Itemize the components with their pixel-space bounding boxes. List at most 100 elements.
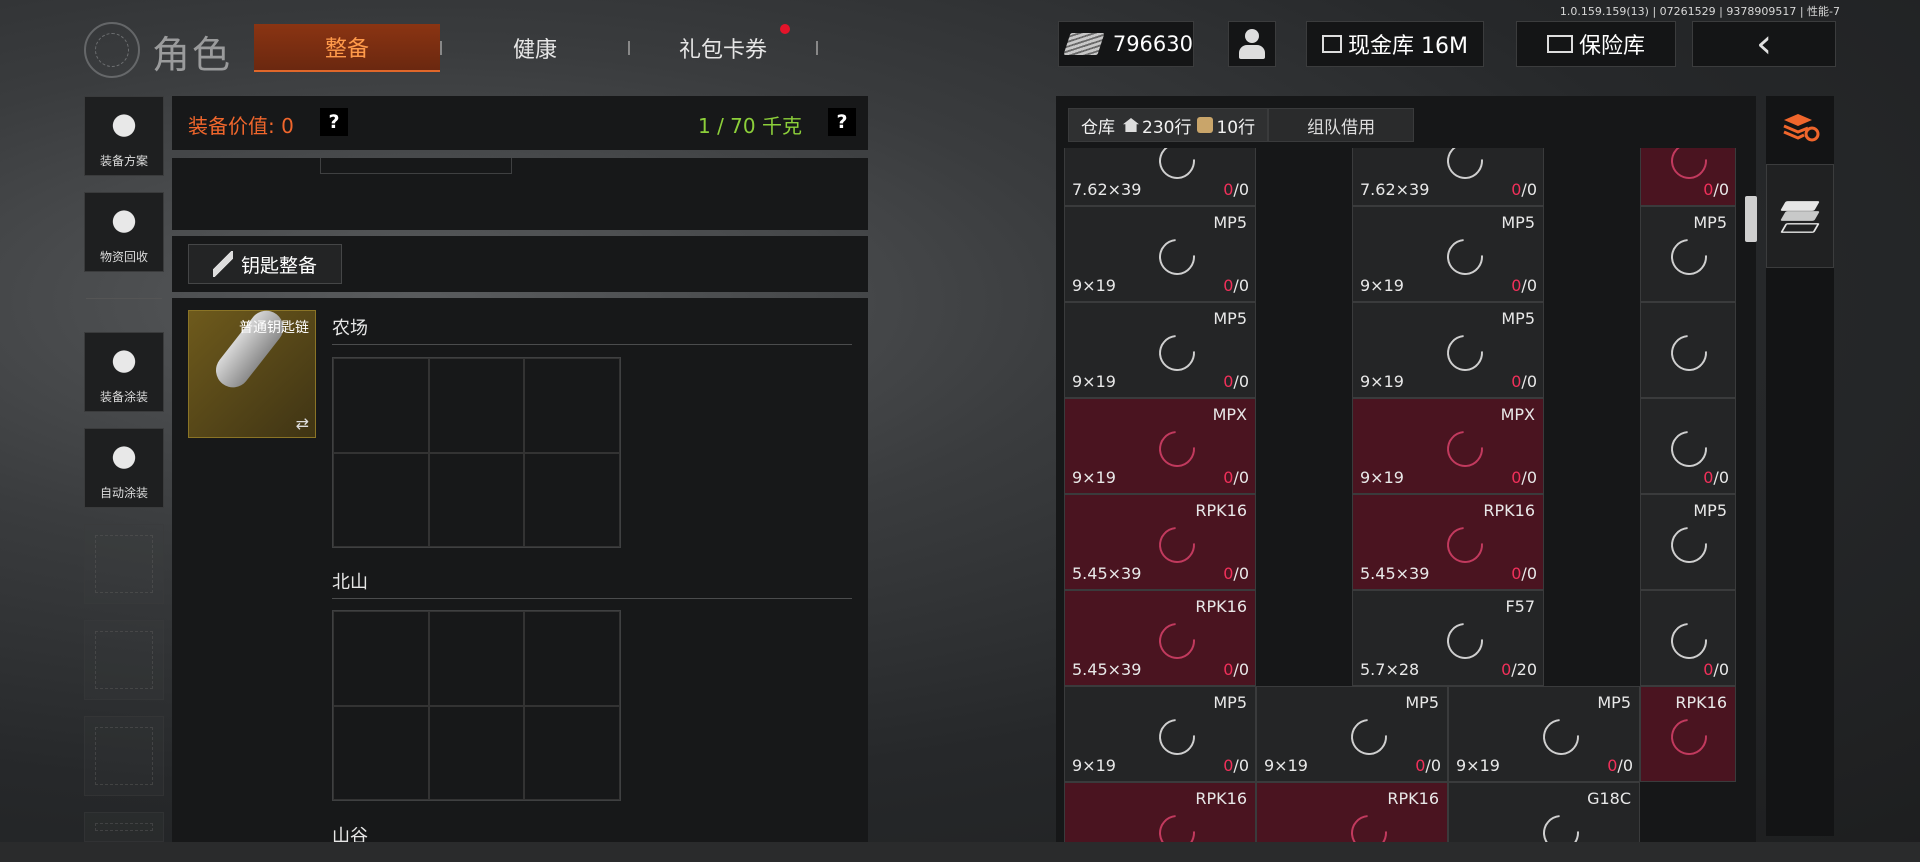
bottom-bar [0, 842, 1920, 862]
agent-button[interactable] [1228, 21, 1276, 67]
caliber-label: 7.62×39 [1072, 180, 1142, 199]
tab-gift-label: 礼包卡券 [678, 38, 767, 63]
top-tabs: 整备 健康 礼包卡券 [254, 24, 818, 72]
tab-gift-coupons[interactable]: 礼包卡券 [630, 24, 816, 72]
warehouse-cell[interactable] [1640, 302, 1736, 398]
item-name: RPK16 [1483, 501, 1535, 520]
warehouse-cell[interactable]: RPK16 5.45×39 0/0 [1064, 590, 1256, 686]
warehouse-cell[interactable]: MP5 [1640, 206, 1736, 302]
ammo-count: 0/0 [1511, 180, 1537, 199]
caliber-label: 9×19 [1264, 756, 1308, 775]
warehouse-cell[interactable]: 7.62×39 0/0 [1064, 148, 1256, 206]
tab-gear[interactable]: 整备 [254, 24, 440, 72]
warehouse-cell[interactable]: RPK16 5.45×39 0/0 [1352, 494, 1544, 590]
weight-help-button[interactable]: ? [828, 108, 856, 136]
loading-spinner-icon [1439, 519, 1491, 571]
item-name: MP5 [1213, 213, 1247, 232]
loading-spinner-icon [1439, 615, 1491, 667]
caliber-label: 9×19 [1456, 756, 1500, 775]
warehouse-cell[interactable]: RPK16 5.45×39 0/0 [1064, 494, 1256, 590]
sidebar-gear-plan[interactable]: 装备方案 [84, 96, 164, 176]
sidebar-gear-paint[interactable]: 装备涂装 [84, 332, 164, 412]
loading-spinner-icon [1439, 327, 1491, 379]
back-button[interactable]: ‹ [1692, 21, 1836, 67]
sidebar-recycle[interactable]: 物资回收 [84, 192, 164, 272]
caliber-label: 5.45×39 [1360, 564, 1430, 583]
warehouse-cell[interactable]: 0/0 [1640, 398, 1736, 494]
loading-spinner-icon [1151, 327, 1203, 379]
notification-dot [780, 24, 790, 34]
agent-icon [1239, 29, 1265, 59]
warehouse-cell[interactable]: MP5 9×19 0/0 [1064, 302, 1256, 398]
cash-vault-button[interactable]: 现金库 16M [1306, 21, 1484, 67]
warehouse-cell[interactable]: MP5 9×19 0/0 [1352, 302, 1544, 398]
loading-spinner-icon [1151, 423, 1203, 475]
value-help-button[interactable]: ? [320, 108, 348, 136]
sidebar-divider [86, 298, 162, 299]
safe-icon [1546, 35, 1573, 53]
warehouse-cell[interactable]: MP5 9×19 0/0 [1064, 686, 1256, 782]
key-grid-farm[interactable] [332, 357, 621, 548]
warehouse-cell[interactable]: G18C [1448, 782, 1640, 842]
caliber-label: 9×19 [1072, 468, 1116, 487]
item-name: MP5 [1693, 501, 1727, 520]
warehouse-cell[interactable]: MP5 9×19 0/0 [1448, 686, 1640, 782]
warehouse-cell[interactable]: MPX 9×19 0/0 [1352, 398, 1544, 494]
tab-divider [816, 41, 818, 55]
warehouse-cell[interactable]: 0/0 [1640, 148, 1736, 206]
ammo-count: 0/0 [1223, 372, 1249, 391]
tab-team-borrow[interactable]: 组队借用 [1268, 108, 1415, 142]
paint-helmet-icon [106, 348, 142, 382]
sidebar-empty-slot [84, 620, 164, 700]
home-rows: 230行 [1142, 117, 1192, 138]
key-prep-button[interactable]: 钥匙整备 [188, 244, 342, 284]
item-name: RPK16 [1195, 789, 1247, 808]
tab-health[interactable]: 健康 [442, 24, 628, 72]
ammo-count: 0/0 [1511, 468, 1537, 487]
item-name: G18C [1587, 789, 1631, 808]
page-title: 角色 [152, 33, 233, 77]
warehouse-cell[interactable]: MP5 9×19 0/0 [1256, 686, 1448, 782]
safe-vault-button[interactable]: 保险库 [1516, 21, 1676, 67]
ammo-count: 0/0 [1703, 180, 1729, 199]
loading-spinner-icon [1151, 148, 1203, 187]
caliber-label: 5.45×39 [1072, 564, 1142, 583]
warehouse-cell[interactable]: MP5 9×19 0/0 [1352, 206, 1544, 302]
warehouse-cell[interactable]: MPX 9×19 0/0 [1064, 398, 1256, 494]
warehouse-cell[interactable]: RPK16 [1256, 782, 1448, 842]
money-value: 796630 [1112, 32, 1193, 56]
quick-store-button[interactable] [1766, 164, 1834, 268]
item-name: MP5 [1213, 693, 1247, 712]
item-name: MP5 [1597, 693, 1631, 712]
sidebar-auto-paint[interactable]: 自动涂装 [84, 428, 164, 508]
gear-slot-fragment [320, 158, 512, 174]
warehouse-cell[interactable]: 7.62×39 0/0 [1352, 148, 1544, 206]
key-grid-north-mountain[interactable] [332, 610, 621, 801]
map-name-north-mountain: 北山 [332, 572, 368, 593]
warehouse-scrollbar[interactable] [1745, 196, 1757, 242]
warehouse-cell[interactable]: MP5 9×19 0/0 [1064, 206, 1256, 302]
loading-spinner-icon [1663, 711, 1715, 763]
tab-warehouse[interactable]: 仓库 230行 10行 [1068, 108, 1269, 142]
item-name: MP5 [1213, 309, 1247, 328]
loading-spinner-icon [1535, 711, 1587, 763]
loading-spinner-icon [1151, 711, 1203, 763]
warehouse-cell[interactable]: F57 5.7×28 0/20 [1352, 590, 1544, 686]
loading-spinner-icon [1439, 423, 1491, 475]
ammo-count: 0/0 [1223, 756, 1249, 775]
item-name: RPK16 [1195, 597, 1247, 616]
warehouse-tab-label: 仓库 [1081, 117, 1115, 138]
helmet-icon [106, 112, 142, 146]
sidebar-label: 物资回收 [99, 250, 148, 264]
item-name: F57 [1505, 597, 1535, 616]
sort-refresh-button[interactable] [1778, 106, 1822, 146]
swap-icon: ⇄ [295, 414, 309, 433]
warehouse-cell[interactable]: MP5 [1640, 494, 1736, 590]
warehouse-cell[interactable]: RPK16 [1640, 686, 1736, 782]
warehouse-cell[interactable]: 0/0 [1640, 590, 1736, 686]
ammo-count: 0/0 [1511, 564, 1537, 583]
ammo-count: 0/20 [1501, 660, 1537, 679]
keychain-slot[interactable]: 普通钥匙链 ⇄ [188, 303, 316, 438]
item-name: RPK16 [1195, 501, 1247, 520]
warehouse-cell[interactable]: RPK16 [1064, 782, 1256, 842]
